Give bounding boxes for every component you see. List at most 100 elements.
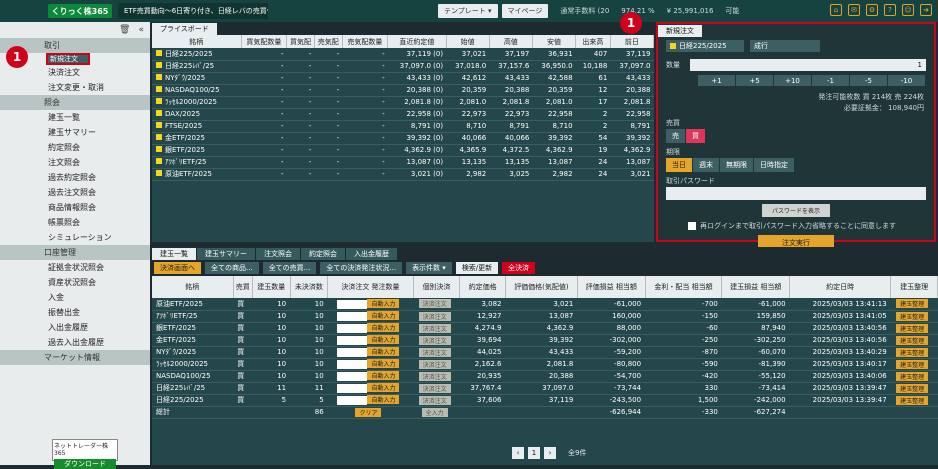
clear-button[interactable]: クリア (355, 407, 382, 417)
positions-col-header[interactable]: 評価損益 相当額 (577, 276, 646, 298)
positions-col-header[interactable]: 未決済数 (290, 276, 329, 298)
close-qty-input[interactable] (337, 359, 368, 369)
positions-col-header[interactable]: 銘柄 (152, 276, 234, 298)
board-col-header[interactable]: 前日 (610, 35, 655, 48)
symbol-name[interactable]: NYﾀﾞｳ/2025 (165, 74, 205, 82)
symbol-name[interactable]: NASDAQ100/25 (165, 86, 220, 94)
all-input-button[interactable]: 全入力 (421, 407, 448, 417)
home-icon[interactable]: ⌂ (830, 4, 842, 16)
position-row[interactable]: NASDAQ100/25 買 10 10 自動入力 決済注文 20,935 20,388 -54… (152, 370, 938, 383)
tab-positions-0[interactable]: 建玉一覧 (152, 248, 196, 260)
sidebar-section-account[interactable]: 口座管理 (0, 245, 150, 260)
symbol-name[interactable]: 金ETF/2025 (165, 134, 205, 142)
positions-col-header[interactable]: 建玉損益 相当額 (721, 276, 791, 298)
position-row[interactable]: 銀ETF/2025 買 10 10 自動入力 決済注文 4,274.9 4,362.9 88,0… (152, 322, 938, 335)
sell-button[interactable]: 売 (666, 129, 685, 143)
positions-col-header[interactable]: 約定日時 (789, 276, 892, 298)
symbol-select[interactable]: 日経225/2025 (666, 40, 744, 52)
symbol-name[interactable]: DAX/2025 (165, 110, 200, 118)
next-page-icon[interactable]: › (544, 447, 556, 459)
sidebar-item-withdraw[interactable]: 振替出金 (0, 305, 150, 320)
board-col-header[interactable]: 買気配 (286, 35, 315, 48)
sidebar-item-summary[interactable]: 建玉サマリー (0, 125, 150, 140)
qty-step-button[interactable]: +5 (736, 75, 773, 86)
board-col-header[interactable]: 銘柄 (152, 35, 242, 48)
order-type-select[interactable]: 成行 (750, 40, 820, 52)
position-row[interactable]: 原油ETF/2025 買 10 10 自動入力 決済注文 3,082 3,021 -61,000… (152, 298, 938, 311)
qty-input[interactable]: 1 (690, 59, 926, 71)
board-row[interactable]: 銀ETF/2025- - - -4,362.9 (0) 4,365.9 4,372.5 4,… (152, 144, 654, 157)
sidebar-item-product-info[interactable]: 商品情報照会 (0, 200, 150, 215)
auto-fill-button[interactable]: 自動入力 (367, 359, 400, 369)
board-col-header[interactable]: 買気配数量 (241, 35, 288, 48)
close-order-button[interactable]: 決済注文 (418, 383, 451, 393)
board-row[interactable]: NASDAQ100/25- - - -20,388 (0) 20,359 20,388 20… (152, 84, 654, 97)
positions-col-header[interactable]: 決済注文 発注数量 (327, 276, 414, 298)
period-indefinite[interactable]: 無期限 (720, 158, 753, 172)
symbol-name[interactable]: 日経225ﾚﾊﾞ/25 (165, 62, 214, 70)
symbol-name[interactable]: ｱﾂﾎﾞﾘETF/25 (165, 158, 207, 166)
board-row[interactable]: 日経225/2025- - - -37,119 (0) 37,021 37,197 36,9… (152, 48, 654, 61)
organize-button[interactable]: 建玉整理 (896, 299, 929, 309)
tab-price-board[interactable]: プライスボード (152, 23, 217, 35)
help-icon[interactable]: ? (884, 4, 896, 16)
collapse-icon[interactable]: « (138, 25, 144, 35)
user-icon[interactable]: ☺ (902, 4, 914, 16)
symbol-name[interactable]: 原油ETF/2025 (165, 170, 212, 178)
period-today[interactable]: 当日 (666, 158, 692, 172)
positions-control-4[interactable]: 表示件数 ▾ (406, 262, 452, 274)
positions-col-header[interactable]: 建玉数量 (252, 276, 291, 298)
position-row[interactable]: 金ETF/2025 買 10 10 自動入力 決済注文 39,694 39,392 -302,0… (152, 334, 938, 347)
board-row[interactable]: ｱﾂﾎﾞﾘETF/25- - - -13,087 (0) 13,135 13,135 13,… (152, 156, 654, 169)
tab-positions-1[interactable]: 建玉サマリー (197, 248, 255, 260)
sidebar-item-past-orders[interactable]: 過去注文照会 (0, 185, 150, 200)
gear-icon[interactable]: ⚙ (866, 4, 878, 16)
board-row[interactable]: 日経225ﾚﾊﾞ/25- - - -37,097.0 (0) 37,018.0 37,15… (152, 60, 654, 73)
sidebar-item-deposit[interactable]: 入金 (0, 290, 150, 305)
mail-icon[interactable]: ✉ (848, 4, 860, 16)
position-row[interactable]: 日経225ﾚﾊﾞ/25 買 11 11 自動入力 決済注文 37,767.4 37,097.0… (152, 382, 938, 395)
prev-page-icon[interactable]: ‹ (512, 447, 524, 459)
organize-button[interactable]: 建玉整理 (896, 323, 929, 333)
position-row[interactable]: 日経225/2025 買 5 5 自動入力 決済注文 37,606 37,119 -243,50… (152, 394, 938, 407)
sidebar-item-assets[interactable]: 資産状況照会 (0, 275, 150, 290)
board-col-header[interactable]: 出来高 (575, 35, 611, 48)
positions-col-header[interactable]: 金利・配当 相当額 (645, 276, 723, 298)
news-ticker[interactable]: ETF売買動向～6日寄り付き、日経レバの売買代金… (118, 3, 268, 19)
board-row[interactable]: FTSE/2025- - - -8,791 (0) 8,710 8,791 8,710 2 8,… (152, 120, 654, 133)
period-datetime[interactable]: 日時指定 (754, 158, 794, 172)
organize-button[interactable]: 建玉整理 (896, 383, 929, 393)
symbol-name[interactable]: 銀ETF/2025 (165, 146, 205, 154)
close-qty-input[interactable] (337, 299, 368, 309)
position-row[interactable]: ｱﾂﾎﾞﾘETF/25 買 10 10 自動入力 決済注文 12,927 13,087 160,… (152, 310, 938, 323)
close-qty-input[interactable] (337, 371, 368, 381)
symbol-name[interactable]: ﾗｯｾﾙ2000/2025 (165, 98, 217, 106)
organize-button[interactable]: 建玉整理 (896, 347, 929, 357)
board-row[interactable]: NYﾀﾞｳ/2025- - - -43,433 (0) 42,612 43,433 42,5… (152, 72, 654, 85)
close-qty-input[interactable] (337, 335, 368, 345)
agree-checkbox[interactable] (688, 222, 696, 230)
auto-fill-button[interactable]: 自動入力 (367, 299, 400, 308)
sidebar-item-close-order[interactable]: 決済注文 (0, 65, 150, 80)
auto-fill-button[interactable]: 自動入力 (367, 347, 400, 357)
sidebar-section-inquiry[interactable]: 照会 (0, 95, 150, 110)
auto-fill-button[interactable]: 自動入力 (367, 323, 400, 333)
positions-col-header[interactable]: 建玉整理 (890, 276, 938, 298)
sidebar-item-past-history[interactable]: 過去入出金履歴 (0, 335, 150, 350)
positions-col-header[interactable]: 売買 (233, 276, 254, 298)
qty-step-button[interactable]: -10 (888, 75, 925, 86)
sidebar-item-orders[interactable]: 注文照会 (0, 155, 150, 170)
board-row[interactable]: 金ETF/2025- - - -39,392 (0) 40,066 40,066 39,39… (152, 132, 654, 145)
close-order-button[interactable]: 決済注文 (418, 311, 451, 321)
close-qty-input[interactable] (337, 323, 368, 333)
sidebar-item-reports[interactable]: 帳票照会 (0, 215, 150, 230)
sidebar-section-market[interactable]: マーケット情報 (0, 350, 150, 365)
board-col-header[interactable]: 直近約定値 (387, 35, 447, 48)
password-input[interactable] (666, 187, 926, 200)
close-order-button[interactable]: 決済注文 (418, 371, 451, 381)
qty-step-button[interactable]: -5 (850, 75, 887, 86)
tab-positions-4[interactable]: 入出金履歴 (346, 248, 397, 260)
download-button[interactable]: ダウンロード (54, 459, 116, 469)
sidebar-item-positions[interactable]: 建玉一覧 (0, 110, 150, 125)
close-order-button[interactable]: 決済注文 (418, 323, 451, 333)
